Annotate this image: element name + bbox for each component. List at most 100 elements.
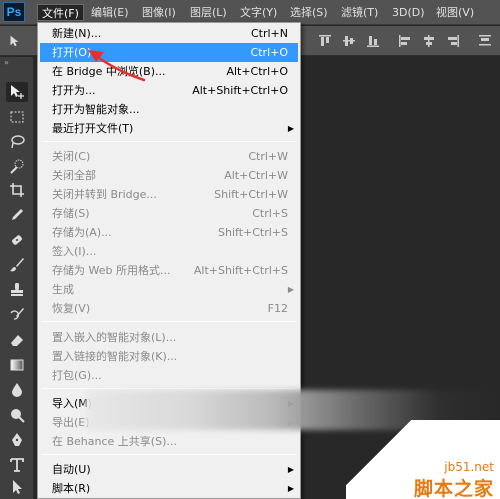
rect-marquee-icon [10, 111, 24, 123]
menu-browse-bridge-shortcut: Alt+Ctrl+O [226, 65, 288, 78]
menu-package[interactable]: 打包(G)... [40, 366, 298, 385]
menu-revert[interactable]: 恢复(V) F12 [40, 299, 298, 318]
panel-collapse-icon[interactable]: » [4, 59, 28, 67]
tools-panel: » [0, 57, 34, 499]
move-tool-icon[interactable] [6, 34, 22, 48]
align-right-icon[interactable] [446, 34, 460, 48]
align-vcenter-icon[interactable] [342, 34, 356, 48]
menu-select[interactable]: 选择(S) [286, 4, 332, 21]
pen-icon [12, 433, 22, 446]
menu-layer[interactable]: 图层(L) [186, 4, 231, 21]
pen-tool[interactable] [6, 430, 28, 450]
eyedropper-icon [12, 209, 23, 220]
marquee-tool[interactable] [6, 107, 28, 127]
menu-save-as[interactable]: 存储为(A)... Shift+Ctrl+S [40, 223, 298, 242]
menu-share-behance[interactable]: 在 Behance 上共享(S)... [40, 432, 298, 451]
menu-scripts[interactable]: 脚本(R) ▶ [40, 479, 298, 498]
eyedropper-tool[interactable] [6, 205, 28, 225]
menu-type[interactable]: 文字(Y) [236, 4, 281, 21]
menu-generate[interactable]: 生成 ▶ [40, 280, 298, 299]
menu-revert-shortcut: F12 [267, 302, 288, 315]
menu-separator [42, 454, 296, 455]
menu-open-as[interactable]: 打开为... Alt+Shift+Ctrl+O [40, 81, 298, 100]
align-left-icon[interactable] [398, 34, 412, 48]
menu-save[interactable]: 存储(S) Ctrl+S [40, 204, 298, 223]
crop-icon [10, 183, 24, 197]
photoshop-logo: Ps [3, 2, 25, 22]
menu-save-as-shortcut: Shift+Ctrl+S [218, 226, 288, 239]
menu-open-smart-object-label: 打开为智能对象... [52, 103, 140, 116]
move-tool[interactable] [6, 82, 28, 102]
type-icon [10, 458, 24, 472]
bandage-icon [12, 235, 22, 245]
move-icon [11, 85, 24, 99]
menu-close-shortcut: Ctrl+W [248, 150, 288, 163]
align-bottom-icon[interactable] [366, 34, 380, 48]
distribute-top-icon[interactable] [478, 34, 492, 48]
watermark: jb51.net 脚本之家 [346, 420, 500, 499]
path-selection-tool[interactable] [6, 477, 28, 497]
healing-brush-tool[interactable] [6, 230, 28, 250]
menu-save-label: 存储(S) [52, 207, 90, 220]
menu-package-label: 打包(G)... [52, 369, 102, 382]
menu-check-in[interactable]: 签入(I)... [40, 242, 298, 261]
menu-automate[interactable]: 自动(U) ▶ [40, 460, 298, 479]
menu-browse-bridge-label: 在 Bridge 中浏览(B)... [52, 65, 166, 78]
menu-save-shortcut: Ctrl+S [252, 207, 288, 220]
menu-open-smart-object[interactable]: 打开为智能对象... [40, 100, 298, 119]
clone-stamp-tool[interactable] [6, 280, 28, 300]
menu-file[interactable]: 文件(F) [37, 4, 84, 21]
menu-save-for-web-label: 存储为 Web 所用格式... [52, 264, 171, 277]
menu-close-all[interactable]: 关闭全部 Alt+Ctrl+W [40, 166, 298, 185]
path-select-arrow-icon [13, 480, 22, 494]
submenu-arrow-icon: ▶ [287, 124, 294, 133]
quick-select-brush-icon [10, 159, 24, 174]
menu-open-shortcut: Ctrl+O [250, 46, 288, 59]
menu-view[interactable]: 视图(V) [432, 4, 478, 21]
menu-separator [42, 388, 296, 389]
quick-selection-tool[interactable] [6, 157, 28, 177]
menu-save-for-web-shortcut: Alt+Shift+Ctrl+S [193, 264, 288, 277]
menu-recent-files[interactable]: 最近打开文件(T) ▶ [40, 119, 298, 138]
watermark-url: jb51.net [444, 460, 494, 474]
menu-share-behance-label: 在 Behance 上共享(S)... [52, 435, 177, 448]
menu-revert-label: 恢复(V) [52, 302, 91, 315]
crop-tool[interactable] [6, 180, 28, 200]
menu-3d[interactable]: 3D(D) [388, 4, 429, 21]
brush-icon [10, 258, 24, 272]
water-drop-icon [12, 383, 22, 397]
menu-save-for-web[interactable]: 存储为 Web 所用格式... Alt+Shift+Ctrl+S [40, 261, 298, 280]
menu-close[interactable]: 关闭(C) Ctrl+W [40, 147, 298, 166]
history-brush-icon [10, 308, 24, 320]
dodge-tool[interactable] [6, 405, 28, 425]
menu-edit[interactable]: 编辑(E) [87, 4, 133, 21]
menu-filter[interactable]: 滤镜(T) [337, 4, 382, 21]
menu-automate-label: 自动(U) [52, 463, 91, 476]
align-top-icon[interactable] [318, 34, 332, 48]
menu-new-label: 新建(N)... [52, 27, 102, 40]
menu-image[interactable]: 图像(I) [138, 4, 180, 21]
gradient-tool[interactable] [6, 355, 28, 375]
menu-new[interactable]: 新建(N)... Ctrl+N [40, 24, 298, 43]
menu-open[interactable]: 打开(O)... Ctrl+O [40, 43, 298, 62]
history-brush-tool[interactable] [6, 305, 28, 325]
menu-place-linked[interactable]: 置入链接的智能对象(K)... [40, 347, 298, 366]
menu-place-embedded[interactable]: 置入嵌入的智能对象(L)... [40, 328, 298, 347]
menu-close-all-shortcut: Alt+Ctrl+W [224, 169, 288, 182]
blur-tool[interactable] [6, 380, 28, 400]
menu-place-linked-label: 置入链接的智能对象(K)... [52, 350, 178, 363]
brush-tool[interactable] [6, 255, 28, 275]
menu-check-in-label: 签入(I)... [52, 245, 97, 258]
menu-scripts-label: 脚本(R) [52, 482, 91, 495]
menu-browse-bridge[interactable]: 在 Bridge 中浏览(B)... Alt+Ctrl+O [40, 62, 298, 81]
dodge-icon [11, 409, 25, 423]
menu-recent-files-label: 最近打开文件(T) [52, 122, 134, 135]
eraser-tool[interactable] [6, 330, 28, 350]
align-hcenter-icon[interactable] [422, 34, 436, 48]
menu-close-go-bridge-shortcut: Shift+Ctrl+W [214, 188, 288, 201]
eraser-icon [11, 335, 23, 346]
lasso-tool[interactable] [6, 132, 28, 152]
submenu-arrow-icon: ▶ [287, 465, 294, 474]
type-tool[interactable] [6, 455, 28, 475]
menu-close-go-bridge[interactable]: 关闭并转到 Bridge... Shift+Ctrl+W [40, 185, 298, 204]
